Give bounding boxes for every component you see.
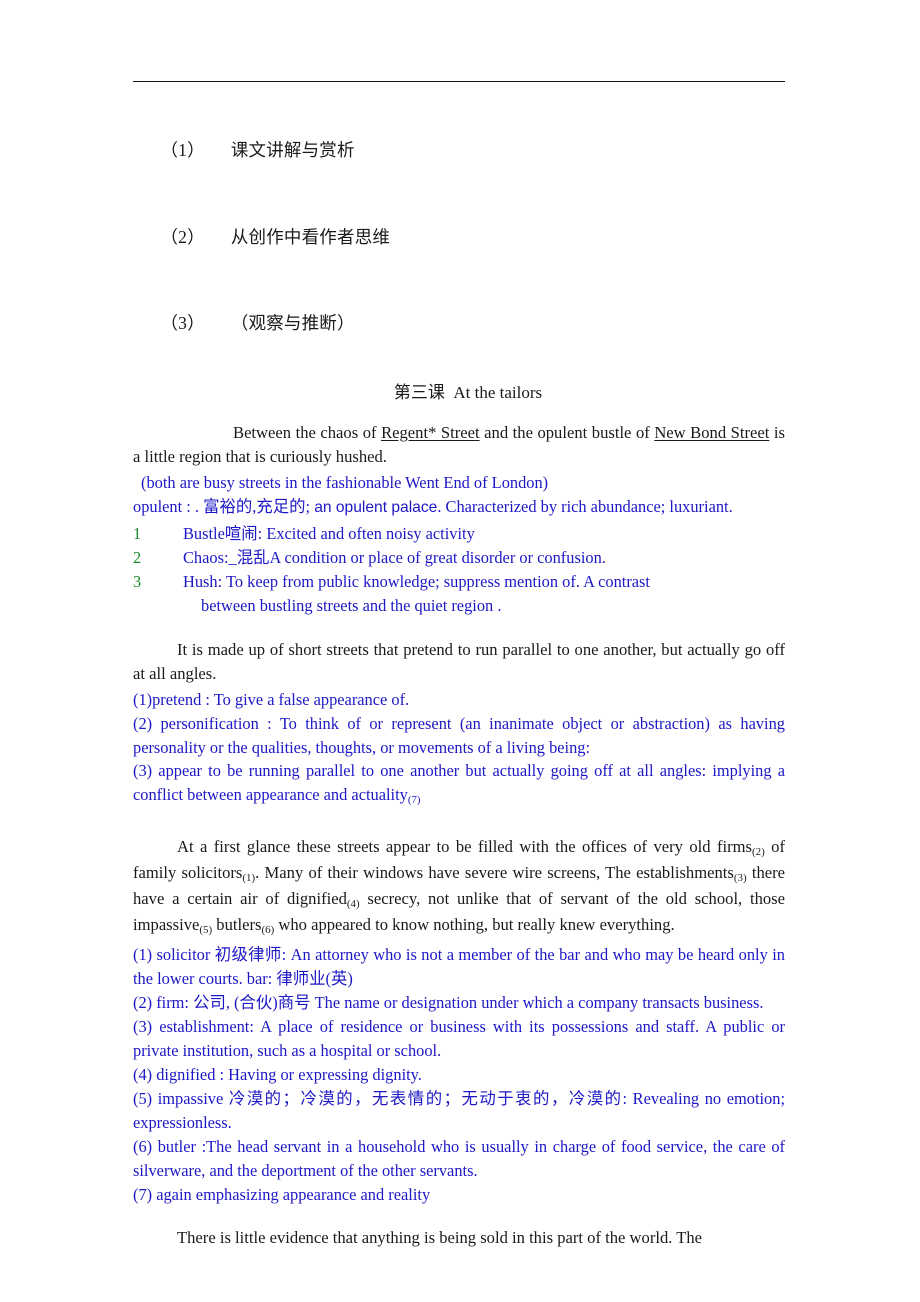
footnote-ref-solicitors: (1) (242, 872, 256, 885)
outline-item: （3） （观察与推断） (133, 291, 785, 357)
outline-item-number: （1） (160, 139, 205, 160)
paragraph-2: It is made up of short streets that pret… (133, 639, 785, 683)
footnote-ref-firms: (2) (752, 846, 765, 859)
vocabulary-item-text: Bustle喧闹: Excited and often noisy activi… (183, 523, 475, 543)
footnote-ref-establishments: (3) (733, 872, 747, 885)
vocabulary-item: 3 Hush: To keep from public knowledge; s… (133, 570, 785, 618)
note-personification: (2) personification : To think of or rep… (133, 713, 785, 757)
vocabulary-item-number: 2 (133, 547, 142, 567)
vocabulary-item: 2 Chaos:_混乱A condition or place of great… (133, 546, 785, 570)
footnote-ref-impassive: (5) (199, 924, 213, 937)
note-parallel-text: (3) appear to be running parallel to one… (133, 761, 785, 805)
paragraph-1-lead: Between the chaos of (233, 422, 382, 442)
street-name-new-bond: New Bond Street (654, 422, 770, 442)
vocabulary-item-number: 1 (133, 523, 142, 543)
document-page: （1） 课文讲解与赏析 （2） 从创作中看作者思维 （3） （观察与推断） 第三课 A… (0, 0, 920, 1302)
paragraph-1: Between the chaos of Regent* Street and … (133, 421, 785, 469)
paragraph-4: There is little evidence that anything i… (177, 1228, 703, 1248)
paragraph-3-s6: butlers (212, 915, 262, 935)
vocabulary-list: 1 Bustle喧闹: Excited and often noisy acti… (133, 522, 785, 618)
note-parallel: (3) appear to be running parallel to one… (133, 759, 785, 809)
gloss-opulent: opulent : . 富裕的,充足的; an opulent palace. … (133, 495, 785, 520)
note-pretend: (1)pretend : To give a false appearance … (133, 689, 410, 709)
outline-item: （1） 课文讲解与赏析 (133, 118, 785, 184)
note-impassive: (5) impassive 冷漠的；冷漠的，无表情的；无动于衷的，冷漠的: Re… (133, 1088, 785, 1132)
paragraph-3-s1: At a first glance these streets appear t… (177, 837, 752, 857)
paragraph-1-mid: and the opulent bustle of (479, 422, 655, 442)
header-horizontal-rule (133, 81, 785, 82)
note-appearance-reality: (7) again emphasizing appearance and rea… (133, 1184, 431, 1204)
paragraph-3-s7: who appeared to know nothing, but really… (274, 915, 675, 935)
paragraph-3: At a first glance these streets appear t… (133, 835, 785, 939)
outline-item: （2） 从创作中看作者思维 (133, 205, 785, 271)
gloss-opulent-part2: . Characterized by rich abundance; luxur… (437, 496, 733, 516)
document-content: （1） 课文讲解与赏析 （2） 从创作中看作者思维 （3） （观察与推断） 第三课 A… (133, 118, 785, 1255)
outline-item-number: （2） (160, 226, 205, 247)
note-parallel-subscript: (7) (407, 794, 421, 807)
note-dignified: (4) dignified : Having or expressing dig… (133, 1064, 422, 1084)
lesson-title: 第三课 At the tailors (393, 382, 543, 402)
outline-item-text: 课文讲解与赏析 (230, 139, 355, 160)
footnote-ref-dignified: (4) (346, 898, 360, 911)
vocabulary-item: 1 Bustle喧闹: Excited and often noisy acti… (133, 522, 785, 546)
paragraph-3-s3: . Many of their windows have severe wire… (255, 863, 734, 883)
outline-item-number: （3） (160, 313, 205, 334)
gloss-opulent-sans-run: an opulent palace (314, 498, 438, 516)
vocabulary-item-text: Chaos:_混乱A condition or place of great d… (183, 547, 606, 567)
footnote-ref-butlers: (6) (261, 924, 275, 937)
note-butler: (6) butler :The head servant in a househ… (133, 1136, 785, 1180)
vocabulary-item-continuation: between bustling streets and the quiet r… (201, 595, 502, 615)
outline-item-text: （观察与推断） (230, 313, 355, 334)
gloss-opulent-part1: opulent : . 富裕的,充足的; (133, 496, 315, 516)
vocabulary-item-number: 3 (133, 571, 142, 591)
vocabulary-item-text: Hush: To keep from public knowledge; sup… (183, 571, 650, 591)
note-firm: (2) firm: 公司, (合伙)商号 The name or designa… (133, 992, 764, 1012)
street-name-regent: Regent* Street (381, 422, 480, 442)
gloss-streets: (both are busy streets in the fashionabl… (141, 472, 549, 492)
outline-item-text: 从创作中看作者思维 (230, 226, 391, 247)
note-solicitor: (1) solicitor 初级律师: An attorney who is n… (133, 944, 785, 988)
note-establishment: (3) establishment: A place of residence … (133, 1016, 785, 1060)
